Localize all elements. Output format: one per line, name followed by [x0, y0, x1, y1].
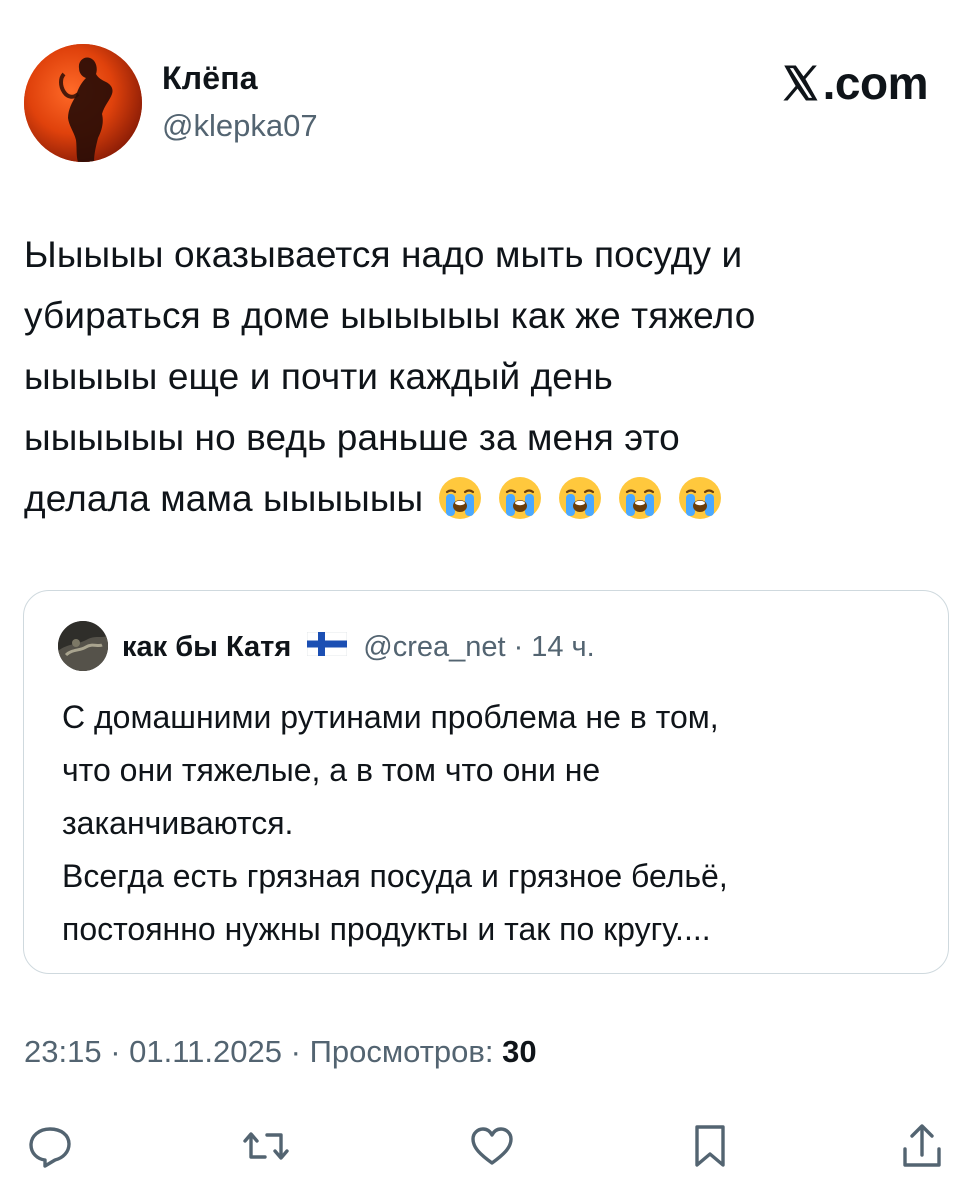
stats-separator: · [101, 1034, 130, 1069]
quoted-line: С домашними рутинами проблема не в том, [62, 699, 719, 735]
reply-button[interactable] [22, 1118, 78, 1174]
quoted-author-avatar[interactable] [58, 621, 108, 671]
share-icon [903, 1124, 941, 1167]
tweet-header: Клёпа @klepka07 .com [0, 0, 974, 170]
views-count: 30 [502, 1034, 537, 1069]
quoted-line: Всегда есть грязная посуда и грязное бел… [62, 858, 728, 894]
stats-separator: · [282, 1034, 310, 1069]
tweet-text: Ыыыыы оказывается надо мыть посуду и уби… [24, 224, 954, 529]
loudly-crying-face-icon [617, 475, 663, 521]
reply-icon [29, 1127, 71, 1168]
quoted-line: постоянно нужны продукты и так по кругу.… [62, 911, 711, 947]
author-name[interactable]: Клёпа [162, 60, 258, 97]
tweet-line: убираться в доме ыыыыыы как же тяжело [24, 295, 756, 336]
quoted-author-handle[interactable]: @crea_net [363, 631, 505, 664]
quoted-line: заканчиваются. [62, 805, 294, 841]
share-button[interactable] [894, 1118, 950, 1174]
loudly-crying-face-icon [557, 475, 603, 521]
quoted-text: С домашними рутинами проблема не в том, … [62, 691, 922, 956]
brand-logo: .com [779, 56, 929, 110]
retweet-button[interactable] [238, 1118, 294, 1174]
bookmark-icon [695, 1125, 725, 1167]
tweet-line: Ыыыыы оказывается надо мыть посуду и [24, 234, 743, 275]
retweet-icon [243, 1132, 289, 1160]
quoted-line: что они тяжелые, а в том что они не [62, 752, 601, 788]
bookmark-button[interactable] [682, 1118, 738, 1174]
finland-flag-icon [307, 632, 348, 656]
tweet-line: делала мама ыыыыыы [24, 478, 424, 519]
quoted-avatar-image [58, 621, 108, 671]
avatar-image [24, 44, 142, 162]
author-handle[interactable]: @klepka07 [162, 108, 318, 144]
like-button[interactable] [464, 1118, 520, 1174]
action-bar [0, 1108, 974, 1188]
x-logo-icon [783, 65, 818, 101]
quoted-author-name[interactable]: как бы Катя [122, 631, 291, 664]
quoted-separator: · [513, 631, 524, 663]
tweet-line: ыыыыы еще и почти каждый день [24, 356, 613, 397]
brand-domain: .com [822, 57, 929, 109]
views-label: Просмотров: [309, 1034, 503, 1069]
quoted-meta: как бы Катя @crea_net · 14 ч. [122, 631, 595, 664]
like-icon [471, 1127, 513, 1165]
tweet-line: ыыыыыы но ведь раньше за меня это [24, 417, 680, 458]
emoji-row [423, 475, 723, 521]
quoted-tweet[interactable]: как бы Катя @crea_net · 14 ч. С домашним… [23, 590, 949, 974]
loudly-crying-face-icon [437, 475, 483, 521]
tweet-stats: 23:15 · 01.11.2025 · Просмотров: 30 [24, 1034, 537, 1070]
author-avatar[interactable] [24, 44, 142, 162]
quoted-timestamp[interactable]: 14 ч. [531, 631, 594, 664]
loudly-crying-face-icon [497, 475, 543, 521]
post-time[interactable]: 23:15 [24, 1034, 102, 1069]
loudly-crying-face-icon [677, 475, 723, 521]
post-date[interactable]: 01.11.2025 [129, 1034, 282, 1069]
